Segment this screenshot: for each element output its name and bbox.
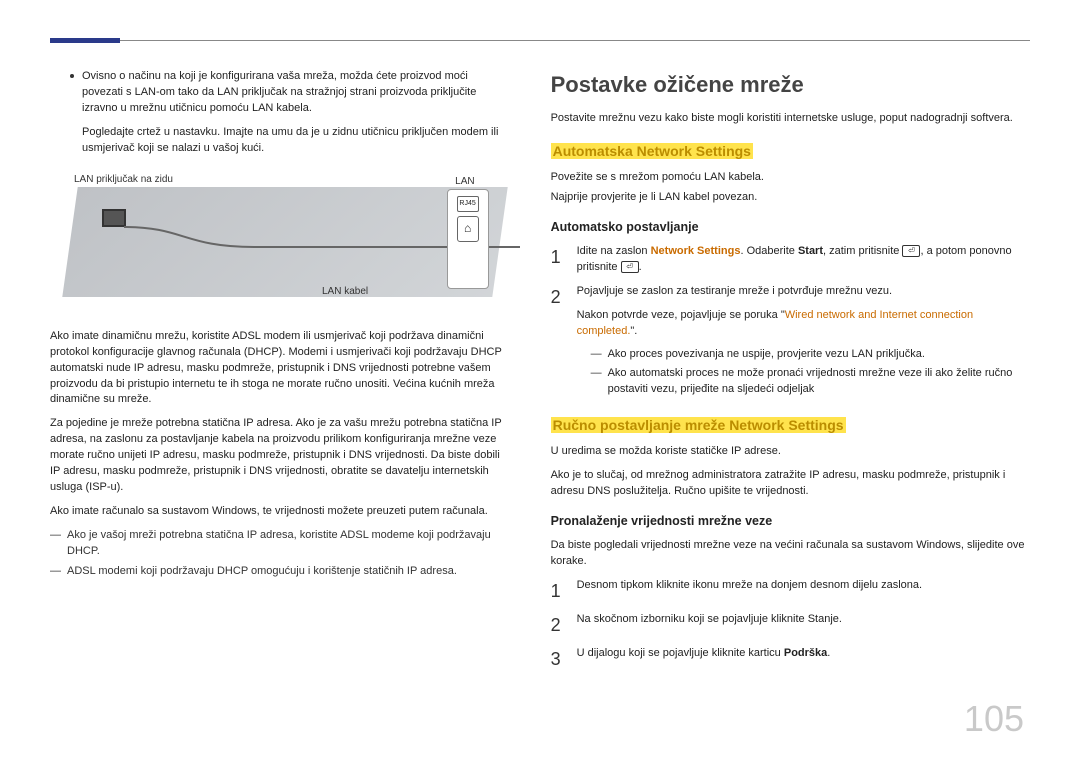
dash-icon: ― (50, 528, 61, 560)
modem-icon: ⌂ (457, 216, 479, 242)
t: . Odaberite (740, 245, 797, 257)
auto-p2: Najprije provjerite je li LAN kabel pove… (551, 190, 1030, 206)
t: Nakon potvrde veze, pojavljuje se poruka… (577, 309, 785, 321)
step-number: 3 (551, 646, 567, 672)
auto-step-1-body: Idite na zaslon Network Settings. Odaber… (577, 244, 1030, 276)
left-column: Ovisno o načinu na koji je konfigurirana… (50, 69, 511, 680)
section-title: Postavke ožičene mreže (551, 69, 1030, 101)
auto-note-b-text: Ako automatski proces ne može pronaći vr… (608, 366, 1030, 398)
t: Idite na zaslon (577, 245, 651, 257)
find-step-3-text: U dijalogu koji se pojavljuje kliknite k… (577, 646, 1030, 672)
step-number: 2 (551, 612, 567, 638)
find-step-3: 3 U dijalogu koji se pojavljuje kliknite… (551, 646, 1030, 672)
lan-figure: LAN priključak na zidu LAN RJ45 ⌂ LAN ka… (50, 169, 511, 315)
figure-rj45: RJ45 (457, 196, 479, 212)
find-step-1: 1 Desnom tipkom kliknite ikonu mreže na … (551, 578, 1030, 604)
auto-step-2-after: Nakon potvrde veze, pojavljuje se poruka… (577, 308, 1030, 340)
t: . (639, 261, 642, 273)
left-note-1: ― Ako je vašoj mreži potrebna statična I… (50, 528, 511, 560)
figure-wall-label: LAN priključak na zidu (74, 173, 173, 188)
find-sub-heading: Pronalaženje vrijednosti mrežne veze (551, 512, 1030, 530)
auto-note-b: ― Ako automatski proces ne može pronaći … (591, 366, 1030, 398)
enter-icon: ⏎ (902, 245, 920, 257)
right-intro: Postavite mrežnu vezu kako biste mogli k… (551, 111, 1030, 127)
intro-bullet-text: Ovisno o načinu na koji je konfigurirana… (82, 69, 511, 117)
manual-p1: U uredima se možda koriste statičke IP a… (551, 444, 1030, 460)
figure-device: RJ45 ⌂ (447, 189, 489, 289)
t: U dijalogu koji se pojavljuje kliknite k… (577, 647, 784, 659)
dash-icon: ― (591, 347, 602, 363)
left-note-2: ― ADSL modemi koji podržavaju DHCP omogu… (50, 564, 511, 580)
intro-note: Pogledajte crtež u nastavku. Imajte na u… (50, 125, 511, 157)
left-p3: Ako imate računalo sa sustavom Windows, … (50, 504, 511, 520)
auto-sub-heading: Automatsko postavljanje (551, 218, 1030, 236)
figure-cable-label: LAN kabel (322, 285, 368, 300)
intro-bullet: Ovisno o načinu na koji je konfigurirana… (50, 69, 511, 117)
find-step-2-text: Na skočnom izborniku koji se pojavljuje … (577, 612, 1030, 638)
auto-step-1: 1 Idite na zaslon Network Settings. Odab… (551, 244, 1030, 276)
left-note-2-text: ADSL modemi koji podržavaju DHCP omoguću… (67, 564, 457, 580)
auto-p1: Povežite se s mrežom pomoću LAN kabela. (551, 170, 1030, 186)
manual-heading: Ručno postavljanje mreže Network Setting… (551, 417, 846, 433)
bullet-icon (70, 74, 74, 78)
start-label: Start (798, 245, 823, 257)
enter-icon: ⏎ (621, 261, 639, 273)
auto-heading: Automatska Network Settings (551, 143, 753, 159)
step-number: 1 (551, 578, 567, 604)
dash-icon: ― (50, 564, 61, 580)
right-column: Postavke ožičene mreže Postavite mrežnu … (551, 69, 1030, 680)
find-step-2: 2 Na skočnom izborniku koji se pojavljuj… (551, 612, 1030, 638)
step-number: 1 (551, 244, 567, 276)
left-p2: Za pojedine je mreže potrebna statična I… (50, 416, 511, 496)
auto-step-2: 2 Pojavljuje se zaslon za testiranje mre… (551, 284, 1030, 402)
figure-wall-jack (102, 209, 126, 227)
find-intro: Da biste pogledali vrijednosti mrežne ve… (551, 538, 1030, 570)
auto-note-a: ― Ako proces povezivanja ne uspije, prov… (591, 347, 1030, 363)
page-number: 105 (964, 693, 1024, 745)
left-note-1-text: Ako je vašoj mreži potrebna statična IP … (67, 528, 511, 560)
find-step-1-text: Desnom tipkom kliknite ikonu mreže na do… (577, 578, 1030, 604)
t: ". (630, 325, 637, 337)
support-tab-label: Podrška (784, 647, 827, 659)
auto-step-2-text: Pojavljuje se zaslon za testiranje mreže… (577, 284, 1030, 300)
header-rule (50, 40, 1030, 41)
dash-icon: ― (591, 366, 602, 398)
auto-note-a-text: Ako proces povezivanja ne uspije, provje… (608, 347, 925, 363)
left-p1: Ako imate dinamičnu mrežu, koristite ADS… (50, 329, 511, 409)
t: . (827, 647, 830, 659)
network-settings-label: Network Settings (651, 245, 741, 257)
manual-p2: Ako je to slučaj, od mrežnog administrat… (551, 468, 1030, 500)
step-number: 2 (551, 284, 567, 402)
t: , zatim pritisnite (823, 245, 902, 257)
